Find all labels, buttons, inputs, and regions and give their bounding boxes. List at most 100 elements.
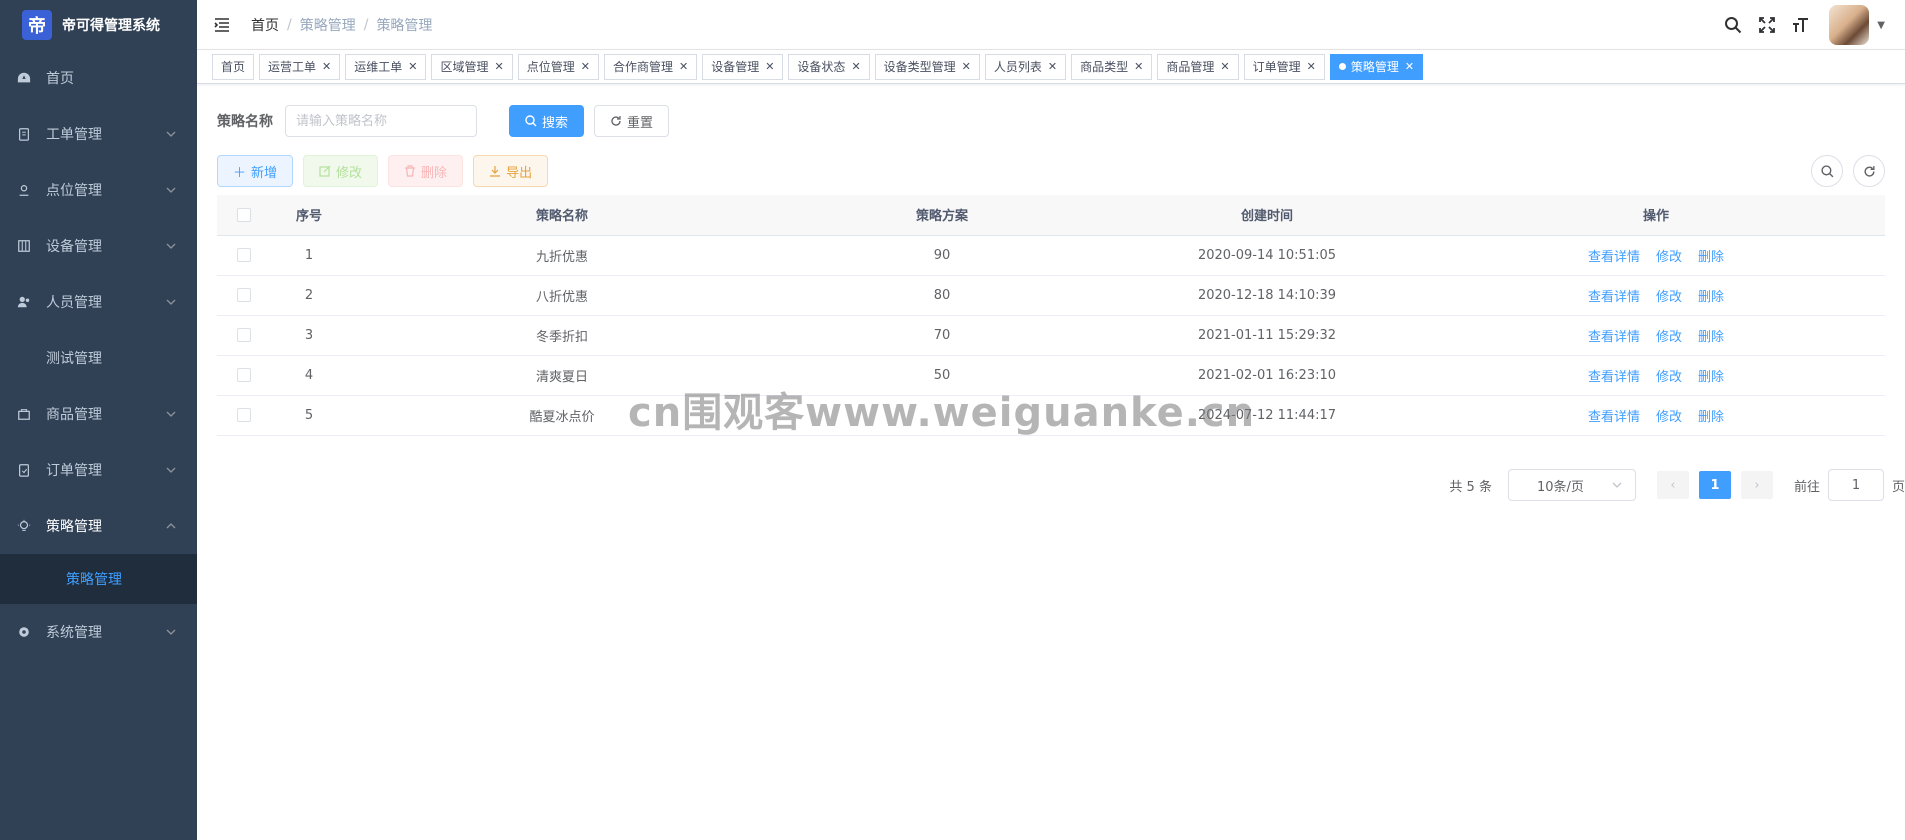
delete-link[interactable]: 删除 [1698,250,1724,265]
add-button[interactable]: ＋ 新增 [217,155,294,187]
delete-button[interactable]: 删除 [388,155,464,187]
close-icon[interactable]: ✕ [1048,60,1057,73]
view-detail-link[interactable]: 查看详情 [1588,290,1640,305]
row-checkbox[interactable] [237,368,251,382]
font-size-icon[interactable] [1791,15,1811,35]
close-icon[interactable]: ✕ [679,60,688,73]
next-page-button[interactable]: › [1740,471,1773,499]
edit-link[interactable]: 修改 [1656,370,1682,385]
close-icon[interactable]: ✕ [1405,60,1414,73]
hamburger-icon[interactable] [213,16,231,34]
reset-button[interactable]: 重置 [594,105,670,137]
toggle-search-button[interactable] [1811,155,1843,187]
close-icon[interactable]: ✕ [322,60,331,73]
tag-item[interactable]: 合作商管理 ✕ [603,53,698,80]
tag-item[interactable]: 商品管理 ✕ [1157,53,1239,80]
close-icon[interactable]: ✕ [581,60,590,73]
plus-icon: ＋ [233,165,247,181]
tag-item[interactable]: 设备状态 ✕ [788,53,870,80]
tag-item[interactable]: 区域管理 ✕ [431,53,513,80]
cell-time: 2024-07-12 11:44:17 [1107,395,1427,436]
select-all-checkbox[interactable] [237,207,251,222]
row-checkbox[interactable] [237,248,251,262]
refresh-icon [610,115,622,127]
edit-link[interactable]: 修改 [1656,290,1682,305]
close-icon[interactable]: ✕ [1307,60,1316,73]
sidebar-item-goods[interactable]: 商品管理 [0,386,197,442]
search-icon[interactable] [1723,15,1743,35]
sidebar-item-people[interactable]: 人员管理 [0,274,197,330]
sidebar-item-home[interactable]: 首页 [0,50,197,106]
close-icon[interactable]: ✕ [495,60,504,73]
sidebar-item-label: 人员管理 [46,295,102,311]
close-icon[interactable]: ✕ [1220,60,1229,73]
edit-link[interactable]: 修改 [1656,330,1682,345]
delete-link[interactable]: 删除 [1698,410,1724,425]
delete-link[interactable]: 删除 [1698,290,1724,305]
search-button[interactable]: 搜索 [509,105,585,137]
tag-item[interactable]: 人员列表 ✕ [984,53,1067,80]
view-detail-link[interactable]: 查看详情 [1588,250,1640,265]
tag-home[interactable]: 首页 [212,53,255,80]
delete-link[interactable]: 删除 [1698,330,1724,345]
row-checkbox[interactable] [237,288,251,302]
close-icon[interactable]: ✕ [408,60,417,73]
export-button[interactable]: 导出 [473,155,549,187]
page-number-current[interactable]: 1 [1698,471,1731,499]
sidebar-subitem-strategy[interactable]: 策略管理 [0,554,197,604]
view-detail-link[interactable]: 查看详情 [1588,410,1640,425]
chevron-down-icon [166,131,176,137]
sidebar-item-order[interactable]: 订单管理 [0,442,197,498]
shopping-bag-icon [16,406,32,422]
close-icon[interactable]: ✕ [765,60,774,73]
logo[interactable]: 帝 帝可得管理系统 [0,0,197,50]
page-size-value: 10条/页 [1536,479,1584,495]
sidebar-item-label: 首页 [46,71,74,87]
close-icon[interactable]: ✕ [1134,60,1143,73]
search-form: 策略名称 搜索 重置 [217,105,1885,137]
fullscreen-icon[interactable] [1757,15,1777,35]
location-pin-icon [16,182,32,198]
sidebar-subitem-label: 策略管理 [66,572,122,588]
tag-item[interactable]: 运营工单 ✕ [259,53,341,80]
close-icon[interactable]: ✕ [851,60,860,73]
tag-item[interactable]: 点位管理 ✕ [517,53,599,80]
cell-no: 2 [271,275,347,316]
search-button-label: 搜索 [542,115,569,131]
tag-label: 设备类型管理 [883,60,956,74]
edit-link[interactable]: 修改 [1656,250,1682,265]
edit-button[interactable]: 修改 [303,155,379,187]
row-checkbox[interactable] [237,408,251,422]
delete-link[interactable]: 删除 [1698,370,1724,385]
sidebar-item-test[interactable]: 测试管理 [0,330,197,386]
view-detail-link[interactable]: 查看详情 [1588,370,1640,385]
avatar[interactable] [1829,5,1870,45]
tag-item-active[interactable]: 策略管理 ✕ [1329,53,1424,80]
tag-item[interactable]: 设备管理 ✕ [702,53,784,80]
goto-page-input[interactable] [1827,469,1884,501]
page-size-select[interactable]: 10条/页 [1507,469,1636,501]
view-detail-link[interactable]: 查看详情 [1588,330,1640,345]
cell-name: 九折优惠 [347,235,777,276]
tag-item[interactable]: 运维工单 ✕ [345,53,427,80]
strategy-name-input[interactable] [285,105,477,137]
edit-link[interactable]: 修改 [1656,410,1682,425]
breadcrumb-item[interactable]: 首页 [251,15,279,35]
breadcrumb-separator: / [363,16,369,33]
sidebar-item-label: 设备管理 [46,239,102,255]
tag-label: 点位管理 [526,60,575,74]
sidebar-item-workorder[interactable]: 工单管理 [0,106,197,162]
cell-ops: 查看详情 修改 删除 [1427,315,1885,356]
close-icon[interactable]: ✕ [962,60,971,73]
sidebar-item-location[interactable]: 点位管理 [0,162,197,218]
refresh-table-button[interactable] [1853,155,1885,187]
sidebar-item-strategy[interactable]: 策略管理 [0,498,197,554]
row-checkbox[interactable] [237,328,251,342]
prev-page-button[interactable]: ‹ [1656,471,1689,499]
sidebar-item-system[interactable]: 系统管理 [0,604,197,660]
tag-item[interactable]: 商品类型 ✕ [1071,53,1153,80]
tag-item[interactable]: 设备类型管理 ✕ [874,53,980,80]
sidebar-item-device[interactable]: 设备管理 [0,218,197,274]
caret-down-icon[interactable]: ▼ [1877,20,1885,31]
tag-item[interactable]: 订单管理 ✕ [1243,53,1325,80]
